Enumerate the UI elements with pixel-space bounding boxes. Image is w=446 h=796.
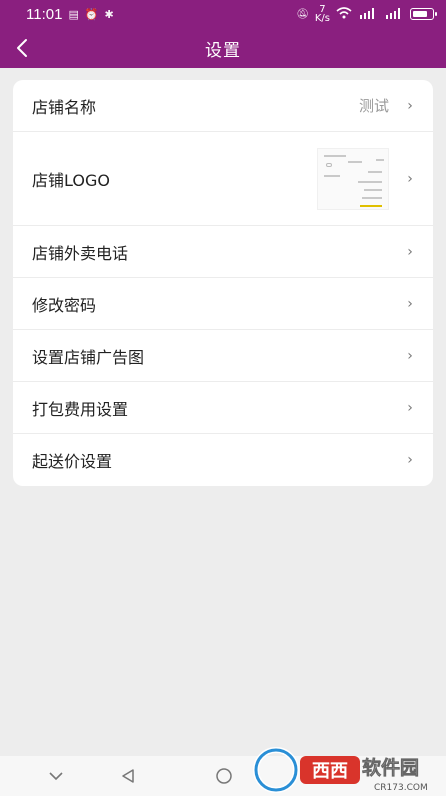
- net-speed-unit: K/s: [314, 13, 330, 24]
- setting-label: 起送价设置: [32, 452, 113, 471]
- setting-row-ad-image[interactable]: 设置店铺广告图 ›: [13, 330, 433, 382]
- setting-label: 店铺外卖电话: [32, 243, 129, 263]
- chevron-right-icon: ›: [407, 295, 413, 312]
- chevron-right-icon: ›: [407, 97, 413, 114]
- app-header: 设置: [0, 28, 446, 68]
- setting-label: 打包费用设置: [32, 399, 129, 419]
- signal-icon-2: [384, 7, 404, 22]
- svg-text:CR173.COM: CR173.COM: [374, 783, 428, 793]
- store-logo-thumbnail: [317, 147, 389, 210]
- net-speed: 7 K/s: [314, 5, 330, 24]
- back-button[interactable]: [10, 34, 34, 62]
- setting-label: 店铺LOGO: [32, 170, 110, 190]
- back-arrow-icon: [17, 39, 27, 57]
- nav-home-button[interactable]: [212, 764, 236, 788]
- setting-row-change-password[interactable]: 修改密码 ›: [13, 278, 433, 330]
- svg-text:软件园: 软件园: [362, 756, 419, 779]
- chevron-right-icon: ›: [407, 243, 413, 260]
- status-bar: 11:01 ▤ ⏰ ✱ 🔕︎ 7 K/s: [0, 0, 446, 28]
- nav-back-icon: [122, 769, 134, 783]
- chevron-right-icon: ›: [407, 347, 413, 364]
- message-icon: ▤: [68, 7, 79, 21]
- setting-label: 设置店铺广告图: [32, 347, 145, 367]
- nav-home-icon: [216, 768, 232, 784]
- page-title: 设置: [205, 40, 241, 61]
- setting-row-store-name[interactable]: 店铺名称 测试 ›: [13, 80, 433, 132]
- bluetooth-icon: ✱: [104, 7, 114, 21]
- wifi-icon: [336, 6, 352, 22]
- nav-down-button[interactable]: [44, 764, 68, 788]
- alarm-icon: ⏰: [84, 7, 99, 21]
- watermark-logo: 西西 软件园 CR173.COM: [250, 742, 440, 796]
- setting-row-store-logo[interactable]: 店铺LOGO ›: [13, 132, 433, 226]
- chevron-right-icon: ›: [407, 399, 413, 416]
- setting-row-packing-fee[interactable]: 打包费用设置 ›: [13, 382, 433, 434]
- setting-label: 店铺名称: [32, 97, 97, 117]
- setting-row-store-phone[interactable]: 店铺外卖电话 ›: [13, 226, 433, 278]
- chevron-right-icon: ›: [407, 452, 413, 468]
- setting-row-min-order[interactable]: 起送价设置 ›: [13, 434, 433, 486]
- store-name-value: 测试: [358, 97, 389, 115]
- settings-list: 店铺名称 测试 › 店铺LOGO › 店铺外卖电话 › 修改密码 › 设置店铺广…: [13, 80, 433, 486]
- nav-down-icon: [49, 772, 63, 781]
- mute-icon: 🔕︎: [296, 8, 309, 20]
- svg-text:西西: 西西: [312, 761, 348, 782]
- signal-icon: [358, 7, 378, 22]
- setting-label: 修改密码: [32, 295, 97, 315]
- nav-back-button[interactable]: [116, 764, 140, 788]
- status-time: 11:01: [26, 5, 63, 23]
- chevron-right-icon: ›: [407, 170, 413, 187]
- battery-icon: [410, 8, 437, 20]
